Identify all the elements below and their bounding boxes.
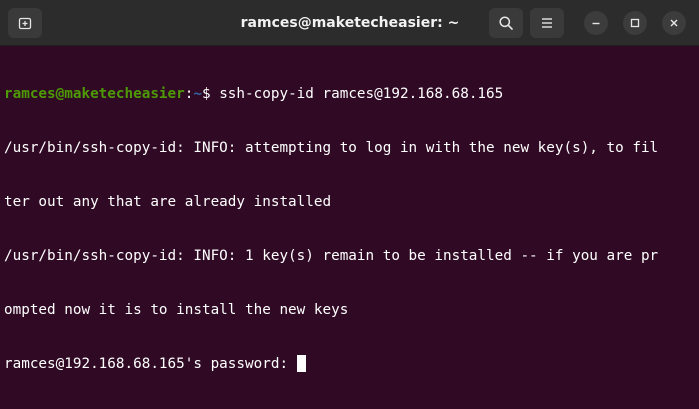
terminal-output[interactable]: ramces@maketecheasier:~$ ssh-copy-id ram… bbox=[4, 49, 696, 409]
menu-button[interactable] bbox=[530, 8, 564, 38]
minimize-button[interactable] bbox=[584, 11, 608, 35]
close-icon bbox=[668, 17, 680, 29]
text-cursor bbox=[296, 355, 306, 372]
prompt-user: ramces@maketecheasier bbox=[4, 86, 185, 102]
prompt-symbol: $ bbox=[201, 86, 220, 102]
titlebar: ramces@maketecheasier: ~ bbox=[0, 0, 699, 46]
output-line: ompted now it is to install the new keys bbox=[4, 302, 349, 318]
output-line: /usr/bin/ssh-copy-id: INFO: 1 key(s) rem… bbox=[4, 248, 659, 264]
command-text: ssh-copy-id ramces@192.168.68.165 bbox=[219, 86, 504, 102]
password-line[interactable]: ramces@192.168.68.165's password: bbox=[4, 355, 696, 373]
command-line: ramces@maketecheasier:~$ ssh-copy-id ram… bbox=[4, 85, 696, 103]
search-icon bbox=[498, 15, 514, 31]
close-button[interactable] bbox=[662, 11, 686, 35]
password-prompt: ramces@192.168.68.165's password: bbox=[4, 356, 297, 372]
hamburger-menu-icon bbox=[539, 15, 555, 31]
output-line: /usr/bin/ssh-copy-id: INFO: attempting t… bbox=[4, 140, 659, 156]
search-button[interactable] bbox=[489, 8, 523, 38]
maximize-button[interactable] bbox=[623, 11, 647, 35]
output-line: ter out any that are already installed bbox=[4, 194, 332, 210]
prompt-path: ~ bbox=[193, 86, 202, 102]
minimize-icon bbox=[590, 17, 602, 29]
new-tab-button[interactable] bbox=[8, 8, 42, 38]
window-title: ramces@maketecheasier: ~ bbox=[240, 15, 460, 31]
terminal-window: ramces@maketecheasier: ~ ramces@maketech… bbox=[0, 0, 699, 409]
new-tab-icon bbox=[17, 15, 33, 31]
maximize-icon bbox=[629, 17, 641, 29]
